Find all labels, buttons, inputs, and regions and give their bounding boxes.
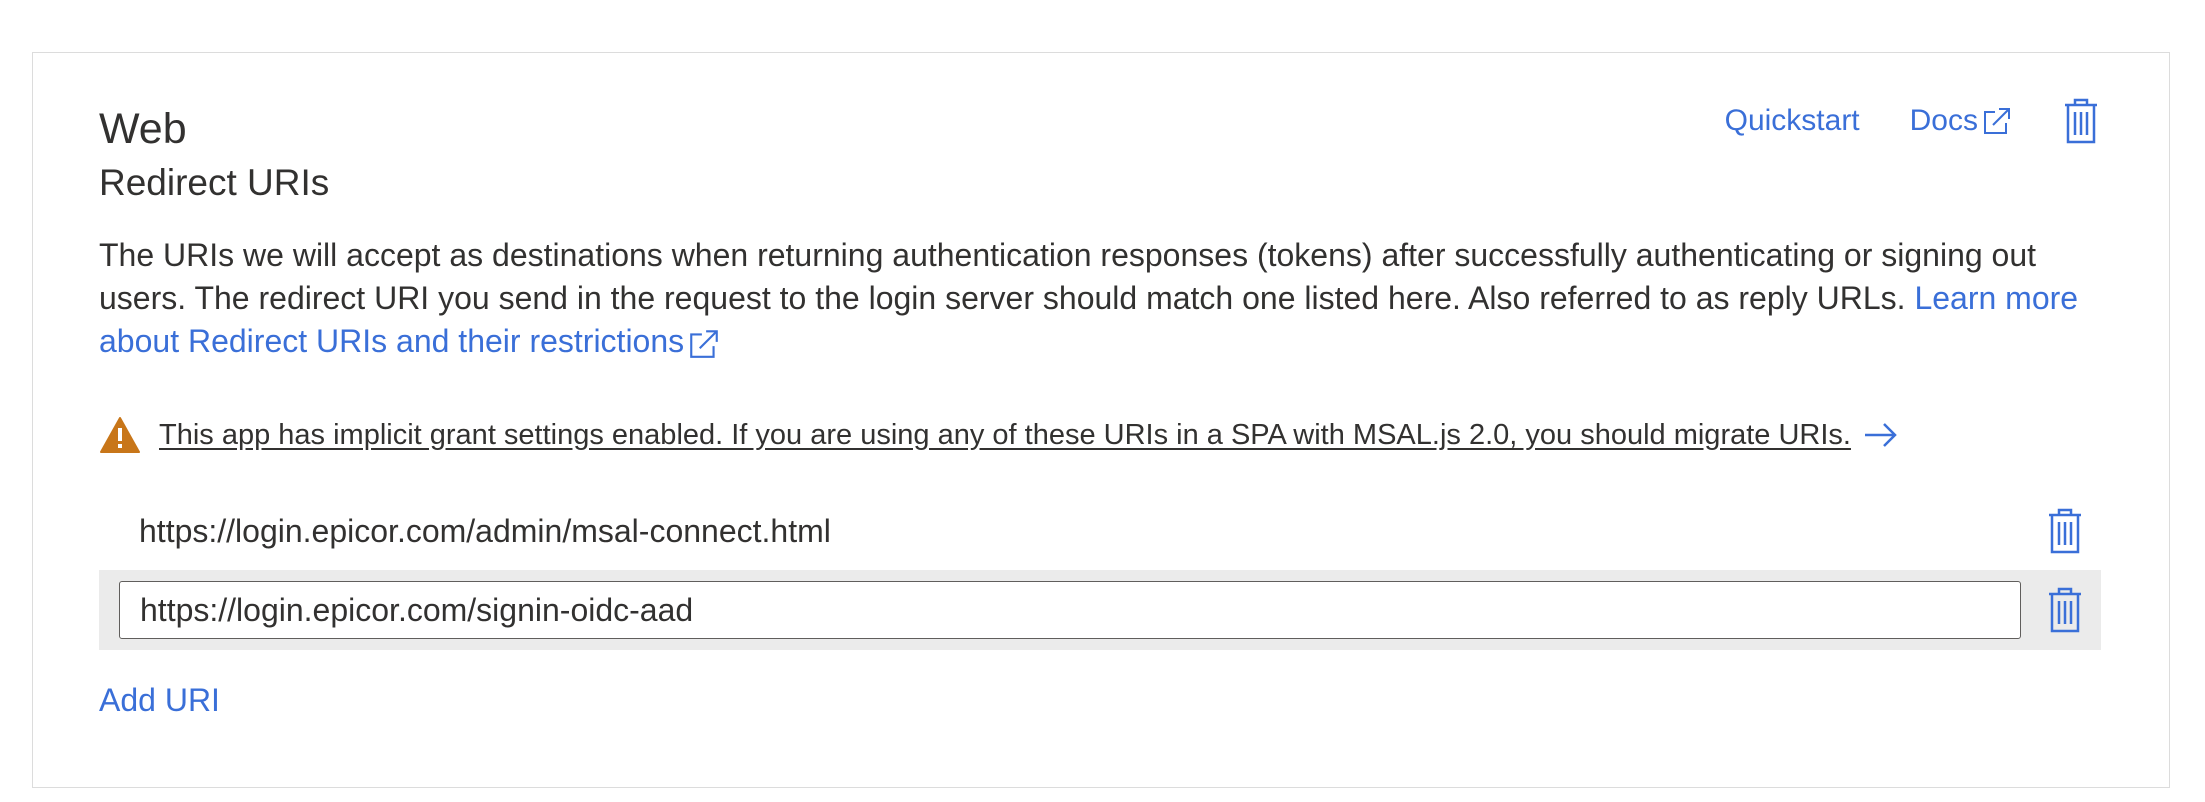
arrow-right-icon[interactable] (1863, 420, 1899, 450)
delete-uri-button[interactable] (2035, 587, 2095, 633)
external-link-icon (1984, 108, 2010, 134)
add-uri-button[interactable]: Add URI (99, 678, 220, 722)
delete-platform-button[interactable] (2063, 98, 2099, 144)
delete-uri-button[interactable] (2035, 508, 2095, 554)
redirect-uri-input[interactable] (119, 581, 2021, 639)
external-link-icon (690, 329, 718, 358)
docs-link-label: Docs (1909, 104, 1978, 137)
redirect-uri-row-editing (99, 570, 2101, 650)
header-actions: Quickstart Docs (1725, 96, 2099, 146)
redirect-uri-row[interactable]: https://login.epicor.com/admin/msal-conn… (99, 500, 2101, 562)
warning-icon (100, 417, 140, 453)
trash-icon (2049, 508, 2081, 554)
redirect-uri-value: https://login.epicor.com/admin/msal-conn… (139, 512, 831, 549)
docs-link[interactable]: Docs (1910, 101, 2013, 141)
trash-icon (2049, 587, 2081, 633)
description-text: The URIs we will accept as destinations … (99, 237, 2037, 316)
migrate-uris-link[interactable]: This app has implicit grant settings ena… (159, 419, 1851, 452)
quickstart-link[interactable]: Quickstart (1725, 101, 1860, 141)
trash-icon (2065, 98, 2097, 144)
platform-title: Web (99, 105, 187, 153)
section-title: Redirect URIs (99, 162, 330, 203)
redirect-uris-description: The URIs we will accept as destinations … (99, 234, 2099, 363)
implicit-grant-warning: This app has implicit grant settings ena… (99, 412, 1899, 458)
